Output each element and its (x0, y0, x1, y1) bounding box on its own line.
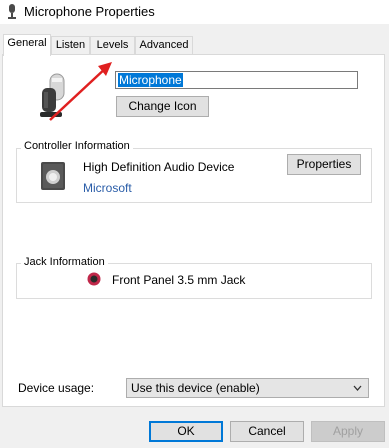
change-icon-button[interactable]: Change Icon (116, 96, 209, 117)
tab-listen[interactable]: Listen (51, 36, 90, 55)
annotation-arrow (49, 62, 112, 121)
tab-advanced[interactable]: Advanced (135, 36, 193, 55)
cancel-button[interactable]: Cancel (230, 421, 304, 442)
controller-info-label: Controller Information (21, 140, 133, 152)
speaker-icon (41, 162, 65, 190)
jack-text: Front Panel 3.5 mm Jack (112, 273, 246, 287)
window-title: Microphone Properties (24, 4, 155, 19)
chevron-down-icon (353, 385, 362, 391)
device-name-input[interactable]: Microphone (115, 71, 358, 89)
device-usage-value: Use this device (enable) (131, 381, 260, 395)
properties-button[interactable]: Properties (287, 154, 361, 175)
device-usage-select[interactable]: Use this device (enable) (126, 378, 369, 398)
ok-button[interactable]: OK (149, 421, 223, 442)
jack-info-label: Jack Information (21, 256, 108, 268)
apply-button[interactable]: Apply (311, 421, 385, 442)
device-usage-label: Device usage: (18, 381, 95, 395)
jack-icon (87, 272, 101, 286)
microphone-icon (8, 4, 16, 19)
tab-general[interactable]: General (3, 34, 51, 56)
tab-strip: General Listen Levels Advanced (0, 34, 389, 56)
properties-window: Microphone Properties General Listen Lev… (0, 0, 389, 448)
device-name-value: Microphone (118, 73, 183, 87)
controller-manufacturer: Microsoft (83, 181, 132, 195)
tab-levels[interactable]: Levels (90, 36, 135, 55)
controller-name: High Definition Audio Device (83, 160, 235, 174)
title-bar[interactable]: Microphone Properties (0, 0, 389, 24)
